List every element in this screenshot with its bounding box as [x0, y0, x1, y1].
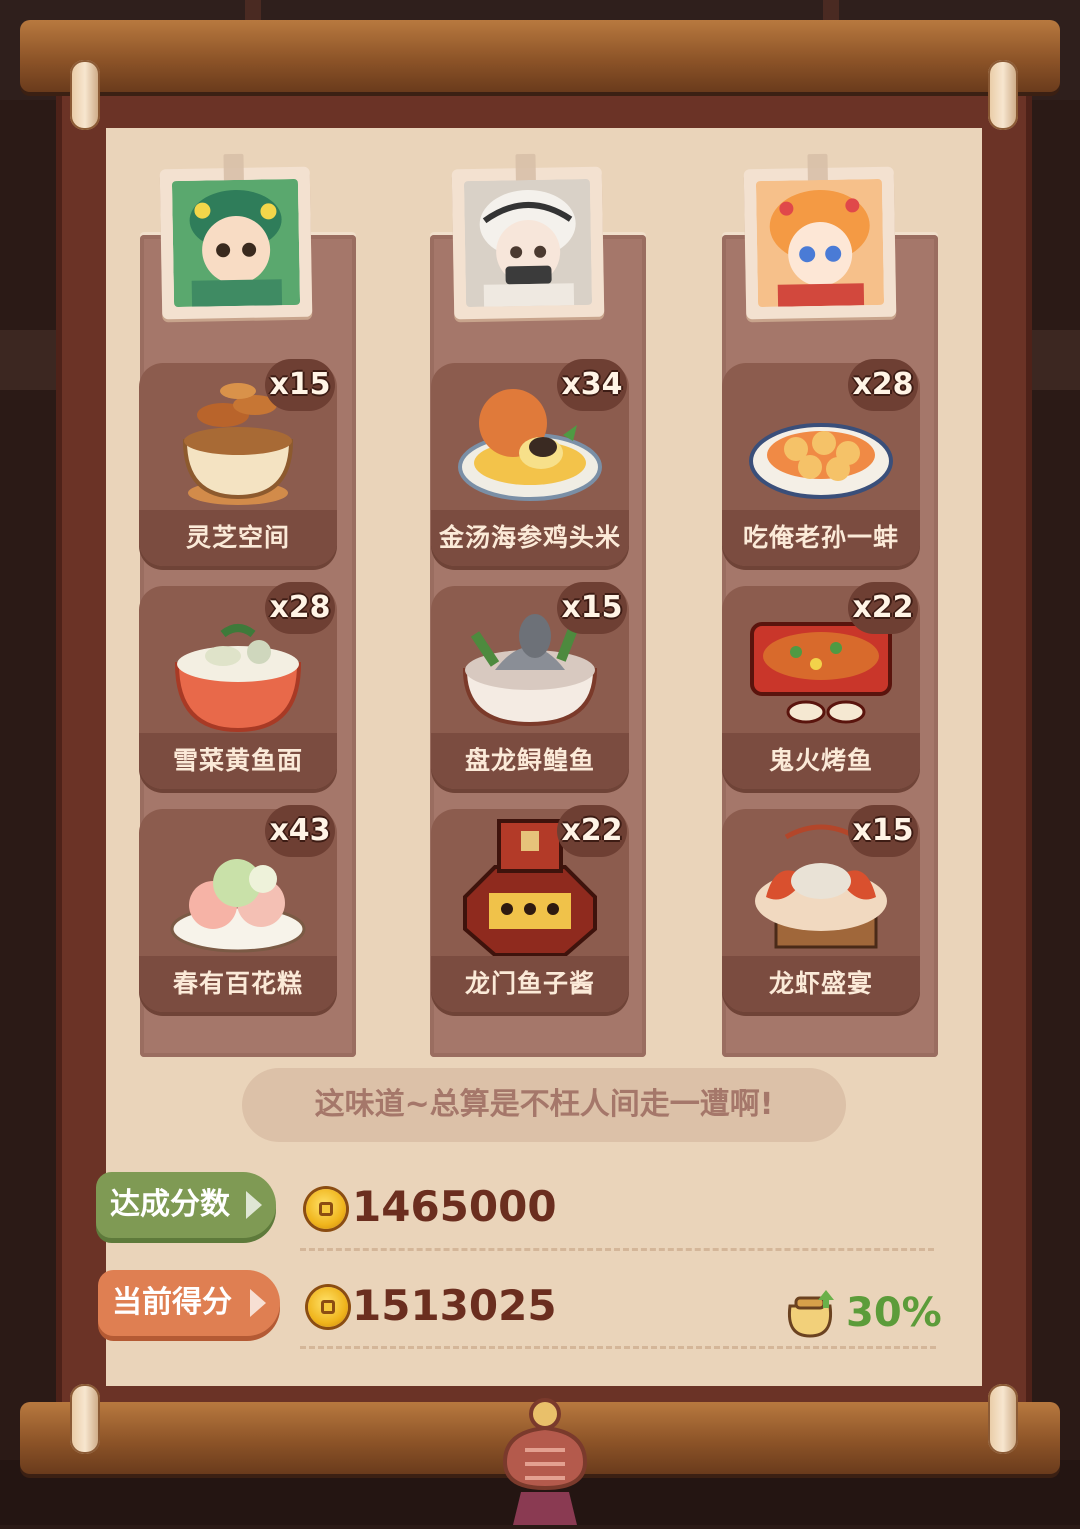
dish-name: 金汤海参鸡头米: [431, 510, 629, 566]
dish-card[interactable]: x15 盘龙鲟鳇鱼: [431, 582, 629, 789]
bonus-bag-icon: [782, 1286, 838, 1338]
top-rod-cap-right: [988, 60, 1018, 130]
character-portrait-3[interactable]: [743, 153, 897, 320]
character-portrait-2[interactable]: [451, 153, 605, 320]
divider: [300, 1346, 936, 1349]
dish-count: x28: [848, 359, 918, 411]
dish-count: x28: [265, 582, 335, 634]
dish-name: 龙门鱼子酱: [431, 956, 629, 1012]
character-avatar-icon: [171, 178, 301, 308]
bottom-rod-cap-right: [988, 1384, 1018, 1454]
target-score-value: 1465000: [352, 1182, 557, 1231]
character-avatar-icon: [463, 178, 593, 308]
dish-count: x15: [848, 805, 918, 857]
current-score-tag: 当前得分: [98, 1270, 280, 1336]
target-score-label: 达成分数: [110, 1187, 230, 1222]
coin-icon: [308, 1287, 348, 1327]
current-score-value: 1513025: [352, 1281, 557, 1330]
bonus-percent: 30%: [846, 1290, 942, 1336]
dish-name: 灵芝空间: [139, 510, 337, 566]
dish-name: 龙虾盛宴: [722, 956, 920, 1012]
tape: [807, 153, 828, 183]
top-rod-cap-left: [70, 60, 100, 130]
character-portrait-1[interactable]: [159, 153, 313, 320]
divider: [300, 1248, 934, 1251]
current-score-label: 当前得分: [112, 1285, 232, 1320]
dish-card[interactable]: x22 龙门鱼子酱: [431, 805, 629, 1012]
tape: [223, 153, 244, 183]
dish-name: 鬼火烤鱼: [722, 733, 920, 789]
dish-card[interactable]: x28 雪菜黄鱼面: [139, 582, 337, 789]
dish-card[interactable]: x34 金汤海参鸡头米: [431, 359, 629, 566]
dish-count: x15: [265, 359, 335, 411]
dish-count: x34: [557, 359, 627, 411]
target-score-tag: 达成分数: [96, 1172, 276, 1238]
dish-count: x22: [557, 805, 627, 857]
dish-count: x15: [557, 582, 627, 634]
dish-card[interactable]: x22 鬼火烤鱼: [722, 582, 920, 789]
arrow-icon: [246, 1191, 262, 1219]
dish-name: 春有百花糕: [139, 956, 337, 1012]
dish-card[interactable]: x28 吃俺老孙一蚌: [722, 359, 920, 566]
dish-card[interactable]: x43 春有百花糕: [139, 805, 337, 1012]
dish-name: 吃俺老孙一蚌: [722, 510, 920, 566]
dish-card[interactable]: x15 灵芝空间: [139, 359, 337, 566]
dish-count: x43: [265, 805, 335, 857]
top-rod: [20, 20, 1060, 92]
knot-ornament-icon: [485, 1392, 605, 1525]
tape: [515, 153, 536, 183]
coin-icon: [306, 1189, 346, 1229]
quote-banner: 这味道~总算是不枉人间走一遭啊!: [242, 1068, 846, 1142]
dish-name: 盘龙鲟鳇鱼: [431, 733, 629, 789]
dish-count: x22: [848, 582, 918, 634]
character-avatar-icon: [755, 178, 885, 308]
arrow-icon: [250, 1289, 266, 1317]
dish-card[interactable]: x15 龙虾盛宴: [722, 805, 920, 1012]
bottom-rod-cap-left: [70, 1384, 100, 1454]
dish-name: 雪菜黄鱼面: [139, 733, 337, 789]
